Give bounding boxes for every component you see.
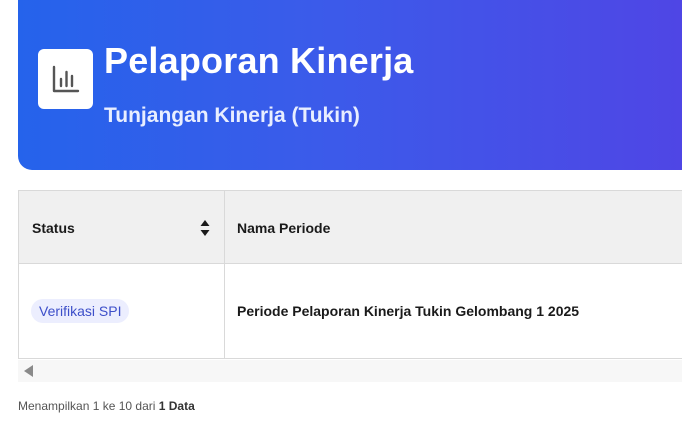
table-row[interactable]: Verifikasi SPI Periode Pelaporan Kinerja… — [19, 264, 682, 358]
page: Pelaporan Kinerja Tunjangan Kinerja (Tuk… — [0, 0, 682, 430]
column-header-nama-periode: Nama Periode — [225, 191, 682, 264]
pagination-info-total: 1 Data — [158, 399, 195, 413]
cell-nama-periode: Periode Pelaporan Kinerja Tukin Gelomban… — [237, 303, 580, 319]
page-title: Pelaporan Kinerja — [104, 40, 414, 81]
periode-table: Status Nama Periode Verifikasi SPI Perio… — [18, 190, 682, 359]
column-header-status[interactable]: Status — [19, 191, 225, 264]
column-header-label: Nama Periode — [237, 219, 331, 236]
horizontal-scrollbar[interactable] — [18, 360, 682, 382]
pagination-info: Menampilkan 1 ke 10 dari 1 Data — [18, 399, 195, 413]
cell-status: Verifikasi SPI — [19, 264, 225, 358]
bar-chart-icon — [38, 49, 93, 109]
header-banner: Pelaporan Kinerja Tunjangan Kinerja (Tuk… — [18, 0, 682, 170]
scroll-left-arrow-icon[interactable] — [24, 365, 33, 377]
sort-icon[interactable] — [200, 219, 210, 237]
table-header: Status Nama Periode — [19, 191, 682, 264]
pagination-info-prefix: Menampilkan 1 ke 10 dari — [18, 399, 159, 413]
column-header-label: Status — [32, 219, 75, 236]
status-badge: Verifikasi SPI — [31, 299, 130, 323]
page-subtitle: Tunjangan Kinerja (Tukin) — [104, 104, 360, 127]
